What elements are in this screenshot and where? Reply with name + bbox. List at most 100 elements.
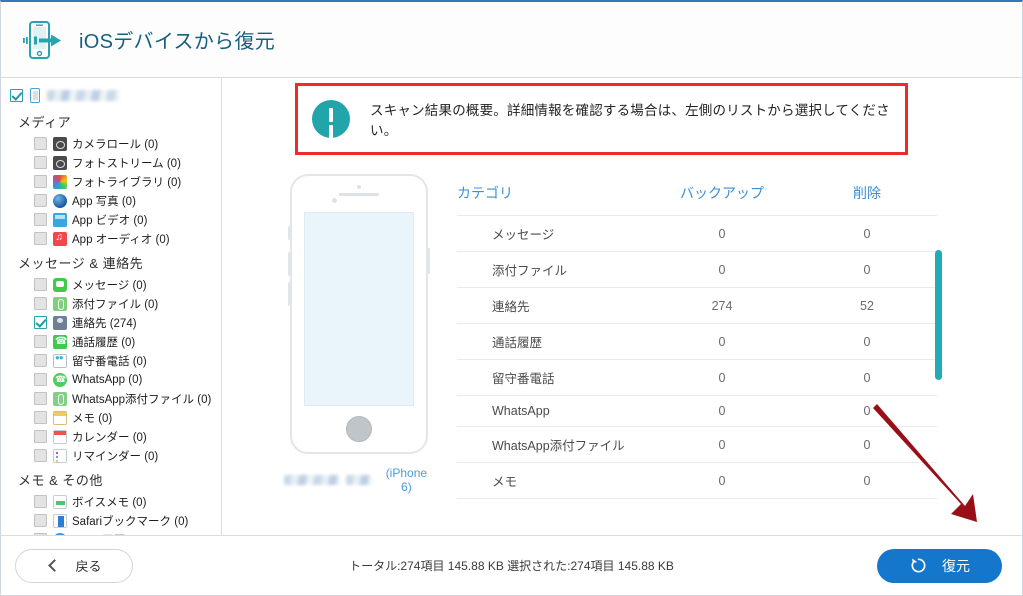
sidebar-item-photo-stream[interactable]: フォトストリーム (0): [1, 153, 221, 172]
phone-icon: [30, 88, 40, 103]
sidebar-item-voice-memo[interactable]: ボイスメモ (0): [1, 492, 221, 511]
sidebar-item-whatsapp[interactable]: WhatsApp (0): [1, 370, 221, 389]
sidebar-item-label: Safariブックマーク (0): [72, 515, 189, 528]
checkbox[interactable]: [34, 297, 47, 310]
sidebar-item-label: カメラロール (0): [72, 138, 159, 151]
sidebar-item-notes[interactable]: メモ (0): [1, 408, 221, 427]
checkbox[interactable]: [34, 316, 47, 329]
sidebar-item-app-photo[interactable]: App 写真 (0): [1, 191, 221, 210]
voice-memo-icon: [53, 494, 67, 509]
cell-category: WhatsApp添付ファイル: [457, 426, 647, 463]
checkbox[interactable]: [34, 495, 47, 508]
calendar-icon: [53, 429, 67, 444]
cell-backup: 0: [647, 359, 797, 396]
cell-deleted: 52: [797, 287, 937, 324]
checkbox[interactable]: [34, 232, 47, 245]
cell-category: 連絡先: [457, 287, 647, 324]
cell-category: メモ: [457, 462, 647, 499]
sidebar-item-label: App 写真 (0): [72, 195, 136, 208]
phone-side-button: [288, 226, 291, 240]
voicemail-icon: [53, 353, 67, 368]
device-checkbox[interactable]: [10, 89, 23, 102]
sidebar-item-voicemail[interactable]: 留守番電話 (0): [1, 351, 221, 370]
call-history-icon: [53, 334, 67, 349]
back-button-label: 戻る: [75, 559, 102, 574]
checkbox[interactable]: [34, 213, 47, 226]
column-header-deleted: 削除: [853, 185, 881, 201]
table-row[interactable]: メッセージ 0 0: [457, 215, 937, 252]
cell-backup: 0: [647, 323, 797, 360]
sidebar-item-photo-library[interactable]: フォトライブラリ (0): [1, 172, 221, 191]
sidebar-item-label: メッセージ (0): [72, 279, 147, 292]
table-row[interactable]: 連絡先 274 52: [457, 287, 937, 324]
cell-category: WhatsApp: [457, 395, 647, 427]
chevron-left-icon: [48, 559, 62, 572]
sidebar-item-app-video[interactable]: App ビデオ (0): [1, 210, 221, 229]
sidebar: メディア カメラロール (0) フォトストリーム (0) フォトライブラリ (0…: [1, 78, 222, 535]
phone-power-button: [427, 248, 430, 274]
cell-backup: 0: [647, 426, 797, 463]
reminders-icon: [53, 448, 67, 463]
cell-backup: 0: [647, 395, 797, 427]
app-body: メディア カメラロール (0) フォトストリーム (0) フォトライブラリ (0…: [1, 78, 1022, 535]
sidebar-item-label: カレンダー (0): [72, 431, 147, 444]
restore-button[interactable]: 復元: [877, 548, 1002, 583]
sidebar-item-call-history[interactable]: 通話履歴 (0): [1, 332, 221, 351]
table-row[interactable]: メモ 0 0: [457, 462, 937, 499]
checkbox[interactable]: [34, 354, 47, 367]
sidebar-device-row[interactable]: [1, 87, 221, 107]
phone-screen: [304, 212, 414, 406]
phone-sensor-icon: [357, 185, 361, 189]
summary-table: カテゴリ バックアップ 削除 メッセージ 0 0 添付ファイル 0 0 連絡先 …: [457, 183, 937, 499]
device-name-redacted: [284, 475, 340, 485]
back-button[interactable]: 戻る: [15, 548, 133, 583]
table-row[interactable]: WhatsApp 0 0: [457, 395, 937, 427]
sidebar-item-whatsapp-attachment[interactable]: WhatsApp添付ファイル (0): [1, 389, 221, 408]
phone-speaker-icon: [339, 193, 379, 196]
table-row[interactable]: 通話履歴 0 0: [457, 323, 937, 360]
sidebar-item-calendar[interactable]: カレンダー (0): [1, 427, 221, 446]
scrollbar-thumb[interactable]: [935, 250, 942, 380]
sidebar-section-title-media: メディア: [18, 115, 72, 130]
checkbox[interactable]: [34, 335, 47, 348]
checkbox[interactable]: [34, 278, 47, 291]
checkbox[interactable]: [34, 175, 47, 188]
app-photo-icon: [53, 193, 67, 208]
cell-deleted: 0: [797, 395, 937, 427]
device-preview: (iPhone 6): [284, 174, 434, 494]
exclamation-icon: [312, 100, 350, 138]
sidebar-item-label: 通話履歴 (0): [72, 336, 136, 349]
sidebar-item-attachment[interactable]: 添付ファイル (0): [1, 294, 221, 313]
sidebar-item-reminders[interactable]: リマインダー (0): [1, 446, 221, 465]
sidebar-item-messages[interactable]: メッセージ (0): [1, 275, 221, 294]
checkbox[interactable]: [34, 137, 47, 150]
table-row[interactable]: WhatsApp添付ファイル 0 0: [457, 426, 937, 463]
checkbox[interactable]: [34, 392, 47, 405]
table-row[interactable]: 添付ファイル 0 0: [457, 251, 937, 288]
table-row[interactable]: 留守番電話 0 0: [457, 359, 937, 396]
app-window: iOSデバイスから復元 メディア カメラロール (0) フォトストリーム (0): [0, 0, 1023, 596]
checkbox[interactable]: [34, 430, 47, 443]
checkbox[interactable]: [34, 449, 47, 462]
checkbox[interactable]: [34, 514, 47, 527]
photo-stream-icon: [53, 155, 67, 170]
vertical-scrollbar[interactable]: [935, 250, 942, 380]
sidebar-item-camera-roll[interactable]: カメラロール (0): [1, 134, 221, 153]
sidebar-item-contacts[interactable]: 連絡先 (274): [1, 313, 221, 332]
column-header-category: カテゴリ: [457, 185, 513, 201]
checkbox[interactable]: [34, 156, 47, 169]
sidebar-item-safari-bookmark[interactable]: Safariブックマーク (0): [1, 511, 221, 530]
messages-icon: [53, 277, 67, 292]
device-name-redacted-2: [345, 475, 372, 485]
checkbox[interactable]: [34, 411, 47, 424]
sidebar-item-app-audio[interactable]: App オーディオ (0): [1, 229, 221, 248]
contacts-icon: [53, 315, 67, 330]
sidebar-item-label: 留守番電話 (0): [72, 355, 147, 368]
notes-icon: [53, 410, 67, 425]
sidebar-item-label: メモ (0): [72, 412, 113, 425]
checkbox[interactable]: [34, 194, 47, 207]
sidebar-item-label: ボイスメモ (0): [72, 496, 147, 509]
device-caption: (iPhone 6): [284, 466, 434, 494]
status-summary: トータル:274項目 145.88 KB 選択された:274項目 145.88 …: [349, 559, 674, 573]
checkbox[interactable]: [34, 373, 47, 386]
